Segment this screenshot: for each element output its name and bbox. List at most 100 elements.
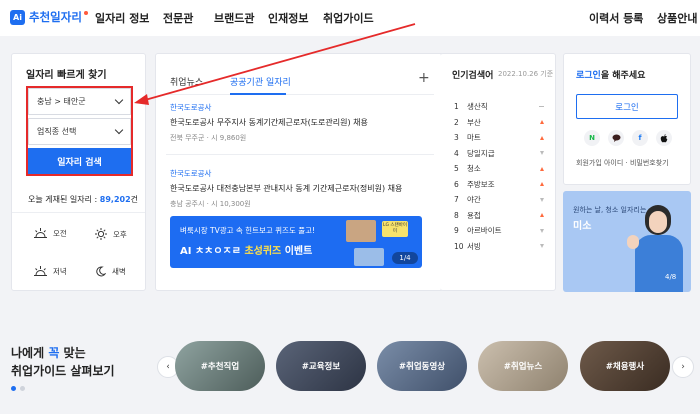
popular-keyword-item[interactable]: 6 주방보조 <box>454 178 544 191</box>
popular-keywords-title: 인기검색어 <box>452 71 494 81</box>
rank-down-icon <box>540 228 544 233</box>
site-logo[interactable]: Ai 추천일자리 <box>10 9 88 25</box>
login-button[interactable]: 로그인 <box>576 94 678 119</box>
popular-keyword-item[interactable]: 1 생산직 <box>454 100 544 113</box>
time-filter-label: 저녁 <box>53 267 67 276</box>
prize-badge: LG 스탠바이미 <box>382 221 408 237</box>
job-type-select[interactable]: 업직종 선택 <box>28 118 131 145</box>
popular-keyword-rank: 1 <box>454 102 459 111</box>
banner-title-prefix: AI ㅊㅊㅇㅈㄹ <box>180 246 241 257</box>
login-prompt-highlight: 로그인 <box>576 71 601 81</box>
job-company[interactable]: 한국도로공사 <box>170 168 211 179</box>
popular-keyword-text: 부산 <box>467 117 481 127</box>
guide-pill-events[interactable]: #채용행사 <box>580 341 670 391</box>
rank-up-icon <box>540 166 544 171</box>
today-job-count: 오늘 게재된 일자리 : 89,202건 <box>28 194 138 205</box>
banner-page-indicator: 1/4 <box>392 252 418 264</box>
nav-item-brand[interactable]: 브랜드관 <box>214 10 254 26</box>
facebook-login-icon[interactable]: f <box>632 130 648 146</box>
nav-item-products[interactable]: 상품안내 <box>657 10 697 26</box>
chat-bubble-icon <box>612 134 620 142</box>
popular-keyword-item[interactable]: 9 아르바이트 <box>454 224 544 237</box>
rank-down-icon <box>540 244 544 248</box>
time-filter-label: 오전 <box>53 229 67 238</box>
time-filter-dawn[interactable]: 새벽 <box>95 266 126 277</box>
guide-pill-news[interactable]: #취업뉴스 <box>478 341 568 391</box>
popular-keywords-date: 2022.10.26 기준 <box>498 70 554 78</box>
nav-item-guide[interactable]: 취업가이드 <box>323 10 374 26</box>
carousel-next-button[interactable]: › <box>672 356 694 378</box>
tab-public-jobs[interactable]: 공공기관 일자리 <box>230 75 291 88</box>
popular-keyword-text: 당일지급 <box>467 148 495 158</box>
person-face <box>649 211 667 233</box>
popular-keyword-text: 아르바이트 <box>467 226 502 235</box>
quick-search-card: 일자리 빠르게 찾기 충남 > 태안군 업직종 선택 일자리 검색 오늘 게재된… <box>11 53 146 291</box>
signup-find-links[interactable]: 회원가입 아이디 · 비밀번호찾기 <box>576 158 669 168</box>
job-company[interactable]: 한국도로공사 <box>170 102 211 113</box>
popular-keyword-rank: 10 <box>454 241 464 251</box>
job-meta: 전북 무주군 · 시 9,860원 <box>170 134 247 142</box>
promo-banner[interactable]: 원하는 날, 청소 일자리는 미소 4/8 <box>563 191 691 292</box>
popular-keyword-item[interactable]: 8 용접 <box>454 209 544 222</box>
sun-icon <box>95 228 107 240</box>
time-filter-afternoon[interactable]: 오후 <box>95 228 127 240</box>
region-select[interactable]: 충남 > 태안군 <box>28 88 131 115</box>
today-job-count-value: 89,202 <box>99 195 131 204</box>
banner-subtitle: 벼룩시장 TV광고 속 힌트보고 퀴즈도 풀고! <box>180 226 316 235</box>
login-card: 로그인을 해주세요 로그인 N f 회원가입 아이디 · 비밀번호찾기 <box>563 53 691 185</box>
apple-login-icon[interactable] <box>656 130 672 146</box>
job-meta: 충남 공주시 · 시 10,300원 <box>170 200 251 208</box>
rank-down-icon <box>540 197 544 202</box>
sunset-icon <box>34 266 47 276</box>
popular-keyword-text: 마트 <box>467 133 481 142</box>
chevron-down-icon <box>114 95 124 104</box>
promo-subtitle: 원하는 날, 청소 일자리는 <box>573 206 647 214</box>
moon-icon <box>96 266 106 277</box>
popular-keyword-text: 야간 <box>467 195 481 204</box>
popular-keyword-item[interactable]: 2 부산 <box>454 116 544 129</box>
job-title[interactable]: 한국도로공사 대전충남본부 관내지사 동계 기간제근로자(정비원) 채용 <box>170 183 402 194</box>
time-filter-label: 새벽 <box>112 267 126 276</box>
naver-login-icon[interactable]: N <box>584 130 600 146</box>
today-job-count-unit: 건 <box>130 195 139 204</box>
guide-title-suffix: 맞는 <box>59 346 86 360</box>
nav-item-special[interactable]: 전문관 <box>163 10 193 26</box>
logo-text: 추천일자리 <box>29 10 82 24</box>
kakao-login-icon[interactable] <box>608 130 624 146</box>
quiz-event-banner[interactable]: 벼룩시장 TV광고 속 힌트보고 퀴즈도 풀고! AI ㅊㅊㅇㅈㄹ 초성퀴즈 이… <box>170 216 422 268</box>
divider <box>12 212 145 213</box>
rank-up-icon <box>540 182 544 186</box>
logo-badge: Ai <box>10 9 25 25</box>
tab-job-news[interactable]: 취업뉴스 <box>170 75 203 88</box>
time-filter-morning[interactable]: 오전 <box>34 228 67 239</box>
rank-down-icon <box>540 151 544 155</box>
nav-item-job-info[interactable]: 일자리 정보 <box>95 10 149 26</box>
job-title[interactable]: 한국도로공사 무주지사 동계기간제근로자(도로관리원) 채용 <box>170 117 368 128</box>
popular-keyword-item[interactable]: 10 서빙 <box>454 240 544 253</box>
popular-keyword-rank: 2 <box>454 117 459 127</box>
carousel-dot[interactable] <box>11 386 16 391</box>
news-card: 취업뉴스 공공기관 일자리 + 한국도로공사 한국도로공사 무주지사 동계기간제… <box>155 53 444 291</box>
nav-item-talent[interactable]: 인재정보 <box>268 10 308 26</box>
popular-keyword-item[interactable]: 7 야간 <box>454 193 544 206</box>
popular-keyword-item[interactable]: 3 마트 <box>454 131 544 144</box>
rank-same-icon <box>539 106 544 107</box>
carousel-dot[interactable] <box>20 386 25 391</box>
more-plus-icon[interactable]: + <box>418 70 430 86</box>
nav-item-resume[interactable]: 이력서 등록 <box>589 10 643 26</box>
banner-title-suffix: 이벤트 <box>284 246 313 257</box>
time-filter-evening[interactable]: 저녁 <box>34 266 67 277</box>
job-type-select-value: 업직종 선택 <box>37 127 77 136</box>
tv-image <box>346 220 376 242</box>
guide-title-line2: 취업가이드 살펴보기 <box>11 364 115 378</box>
job-search-button[interactable]: 일자리 검색 <box>28 148 131 174</box>
guide-pill-videos[interactable]: #취업동영상 <box>377 341 467 391</box>
popular-keyword-rank: 8 <box>454 210 459 220</box>
popular-keyword-item[interactable]: 4 당일지급 <box>454 147 544 160</box>
popular-keyword-rank: 3 <box>454 133 459 142</box>
sunrise-icon <box>34 228 47 238</box>
guide-pill-recommended-jobs[interactable]: #추천직업 <box>175 341 265 391</box>
popular-keyword-text: 청소 <box>467 164 481 173</box>
guide-pill-education[interactable]: #교육정보 <box>276 341 366 391</box>
popular-keyword-item[interactable]: 5 청소 <box>454 162 544 175</box>
